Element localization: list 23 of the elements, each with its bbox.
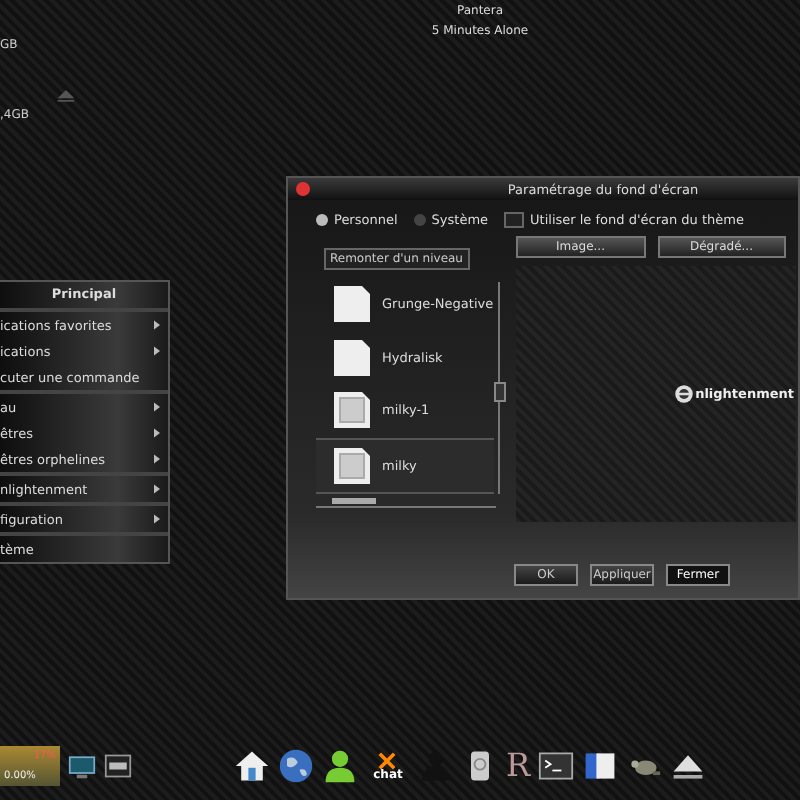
vertical-scrollbar[interactable] <box>497 282 508 494</box>
logo-icon <box>673 384 694 404</box>
close-button[interactable] <box>296 182 310 196</box>
submenu-arrow-icon <box>154 320 160 330</box>
image-file-icon <box>332 390 372 431</box>
submenu-arrow-icon <box>154 428 160 438</box>
globe-icon[interactable] <box>277 748 314 784</box>
horizontal-scrollbar[interactable] <box>316 498 496 508</box>
person-icon[interactable] <box>321 748 358 784</box>
home-icon[interactable] <box>233 748 270 784</box>
terminal-icon[interactable] <box>538 748 575 784</box>
submenu-arrow-icon <box>154 402 160 412</box>
file-icon <box>332 284 372 325</box>
letter-icon[interactable]: R <box>505 750 531 782</box>
monitor-icon[interactable] <box>68 752 96 780</box>
screen-icon[interactable] <box>104 752 132 780</box>
submenu-arrow-icon <box>154 484 160 494</box>
submenu-arrow-icon <box>154 454 160 464</box>
submenu-arrow-icon <box>154 346 160 356</box>
submenu-arrow-icon <box>154 514 160 524</box>
file-icon <box>332 337 372 378</box>
document-icon[interactable] <box>582 748 619 784</box>
image-file-icon <box>332 445 372 486</box>
